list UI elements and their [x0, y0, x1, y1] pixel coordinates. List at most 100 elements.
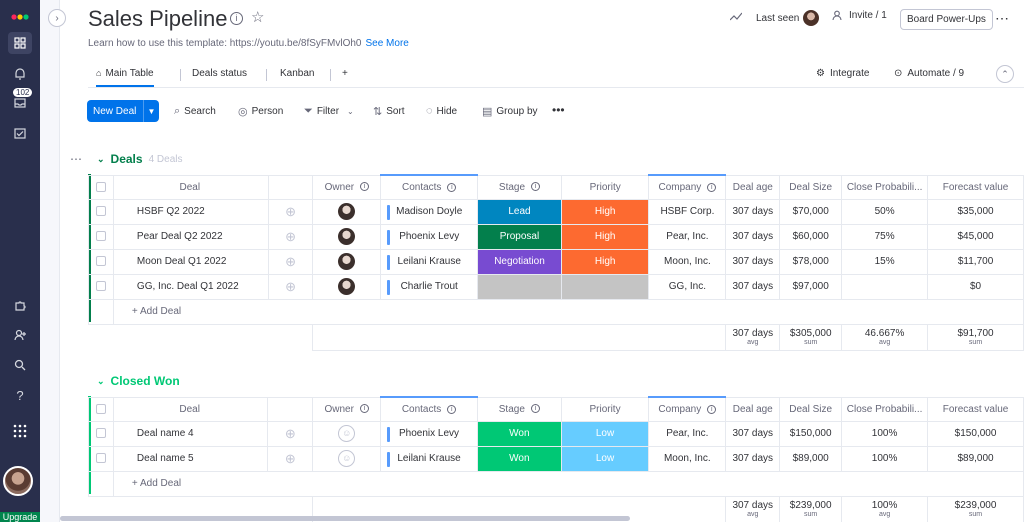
deal-name[interactable]: Moon Deal Q1 2022 — [112, 248, 269, 275]
company-cell[interactable]: GG, Inc. — [648, 273, 727, 300]
deal-size-cell[interactable]: $89,000 — [779, 445, 843, 472]
row-checkbox[interactable] — [88, 273, 114, 300]
owner-cell[interactable]: ☺ — [312, 445, 382, 472]
upgrade-button[interactable]: Upgrade — [0, 512, 40, 522]
group-by-button[interactable]: ▤ Group by — [482, 105, 538, 118]
deal-name[interactable]: GG, Inc. Deal Q1 2022 — [112, 273, 269, 300]
more-toolbar-icon[interactable]: ••• — [552, 103, 565, 117]
owner-avatar[interactable] — [338, 228, 356, 245]
search-button[interactable]: ⌕ Search — [174, 105, 216, 118]
group-title-deals[interactable]: ⌄ Deals 4 Deals — [97, 152, 182, 166]
chevron-down-icon[interactable]: ⌄ — [97, 376, 105, 387]
column-header-priority[interactable]: Priority — [560, 396, 650, 422]
owner-avatar[interactable] — [338, 203, 356, 220]
company-cell[interactable]: Moon, Inc. — [648, 248, 727, 275]
tab-deals-status[interactable]: Deals status — [192, 68, 247, 79]
table-row[interactable]: Deal name 4 ⊕ ☺ Phoenix Levy Won Low Pear, Inc… — [88, 420, 1024, 447]
table-row[interactable]: Moon Deal Q1 2022 ⊕ Leilani Krause Negotiat… — [88, 248, 1024, 275]
column-header-owner[interactable]: Owner i — [312, 396, 382, 422]
search-icon[interactable] — [8, 354, 32, 376]
board-powerups-button[interactable]: Board Power-Ups — [900, 9, 993, 30]
owner-cell[interactable] — [312, 223, 382, 250]
stage-status[interactable]: Won — [476, 420, 562, 447]
column-header-deal-size[interactable]: Deal Size — [779, 174, 843, 200]
row-checkbox[interactable] — [88, 223, 114, 250]
deal-name[interactable]: HSBF Q2 2022 — [112, 198, 269, 225]
close-probability-cell[interactable]: 100% — [841, 420, 929, 447]
add-update-icon[interactable]: ⊕ — [267, 273, 314, 300]
company-cell[interactable]: Moon, Inc. — [648, 445, 727, 472]
priority-status[interactable] — [560, 273, 650, 300]
table-row[interactable]: Pear Deal Q2 2022 ⊕ Phoenix Levy Proposal Hi… — [88, 223, 1024, 250]
info-icon[interactable]: i — [230, 12, 243, 25]
contact-cell[interactable]: Madison Doyle — [380, 198, 479, 225]
sort-button[interactable]: ⇅ Sort — [373, 105, 405, 118]
priority-status[interactable]: High — [560, 198, 650, 225]
owner-cell[interactable] — [312, 248, 382, 275]
add-update-icon[interactable]: ⊕ — [267, 223, 314, 250]
tab-main-table[interactable]: ⌂ Main Table — [96, 68, 154, 87]
table-row[interactable]: HSBF Q2 2022 ⊕ Madison Doyle Lead High HSBF C… — [88, 198, 1024, 225]
column-header-contacts[interactable]: Contacts i — [380, 174, 479, 200]
table-row[interactable]: GG, Inc. Deal Q1 2022 ⊕ Charlie Trout GG, I… — [88, 273, 1024, 300]
bell-icon[interactable] — [8, 62, 32, 84]
add-update-icon[interactable]: ⊕ — [267, 445, 314, 472]
company-cell[interactable]: Pear, Inc. — [648, 420, 727, 447]
person-filter-button[interactable]: ◎ Person — [238, 105, 283, 118]
column-header-owner[interactable]: Owner i — [312, 174, 382, 200]
column-header-priority[interactable]: Priority — [560, 174, 650, 200]
add-deal-input[interactable]: + Add Deal — [112, 470, 1024, 497]
column-header-company[interactable]: Company i — [648, 396, 727, 422]
owner-avatar[interactable] — [338, 253, 356, 270]
stage-status[interactable]: Negotiation — [477, 248, 562, 275]
add-update-icon[interactable]: ⊕ — [267, 248, 314, 275]
add-item-row[interactable]: + Add Deal — [88, 470, 1024, 497]
company-cell[interactable]: HSBF Corp. — [648, 198, 727, 225]
column-header-deal-size[interactable]: Deal Size — [779, 396, 843, 422]
deal-name[interactable]: Pear Deal Q2 2022 — [112, 223, 269, 250]
empty-owner-icon[interactable]: ☺ — [338, 450, 356, 467]
stage-status[interactable] — [477, 273, 562, 300]
deal-size-cell[interactable]: $97,000 — [779, 273, 843, 300]
activity-icon[interactable] — [730, 12, 742, 22]
column-header-deal-age[interactable]: Deal age — [725, 174, 781, 200]
contact-cell[interactable]: Leilani Krause — [380, 445, 478, 472]
more-options-icon[interactable]: ⋯ — [995, 10, 1010, 27]
column-header-stage[interactable]: Stage i — [476, 396, 562, 422]
column-header-contacts[interactable]: Contacts i — [380, 396, 478, 422]
close-probability-cell[interactable]: 15% — [841, 248, 929, 275]
add-deal-input[interactable]: + Add Deal — [112, 298, 1024, 325]
row-checkbox[interactable] — [88, 445, 114, 472]
empty-owner-icon[interactable]: ☺ — [338, 425, 356, 442]
deal-name[interactable]: Deal name 5 — [112, 445, 269, 472]
contact-cell[interactable]: Charlie Trout — [380, 273, 479, 300]
table-row[interactable]: Deal name 5 ⊕ ☺ Leilani Krause Won Low Moon, I… — [88, 445, 1024, 472]
add-view-button[interactable]: + — [342, 68, 348, 79]
company-cell[interactable]: Pear, Inc. — [648, 223, 727, 250]
column-header-forecast-value[interactable]: Forecast value — [927, 396, 1024, 422]
row-checkbox[interactable] — [88, 420, 114, 447]
user-avatar[interactable] — [3, 466, 33, 496]
add-item-row[interactable]: + Add Deal — [88, 298, 1024, 325]
priority-status[interactable]: Low — [560, 420, 650, 447]
grid-icon[interactable] — [8, 32, 32, 54]
automate-button[interactable]: ⊙ Automate / 9 — [894, 68, 964, 79]
monday-logo-icon[interactable] — [8, 4, 32, 26]
column-header-forecast-value[interactable]: Forecast value — [927, 174, 1024, 200]
collapse-header-icon[interactable]: ⌃ — [996, 65, 1014, 83]
add-user-icon[interactable] — [8, 324, 32, 346]
owner-cell[interactable] — [312, 198, 382, 225]
contact-cell[interactable]: Phoenix Levy — [380, 223, 479, 250]
column-header-stage[interactable]: Stage i — [477, 174, 562, 200]
owner-cell[interactable] — [312, 273, 382, 300]
priority-status[interactable]: High — [560, 223, 650, 250]
help-icon[interactable]: ? — [8, 384, 32, 406]
priority-status[interactable]: High — [560, 248, 650, 275]
chevron-down-icon[interactable]: ⌄ — [97, 154, 105, 165]
column-header-deal[interactable]: Deal — [112, 396, 269, 422]
chevron-down-icon[interactable]: ▼ — [143, 100, 159, 122]
group-menu-icon[interactable]: ⋯ — [70, 152, 82, 166]
add-update-icon[interactable]: ⊕ — [267, 198, 314, 225]
filter-button[interactable]: ⏷ Filter ⌄ — [304, 105, 354, 118]
column-header-close-probability[interactable]: Close Probabili... — [841, 174, 929, 200]
